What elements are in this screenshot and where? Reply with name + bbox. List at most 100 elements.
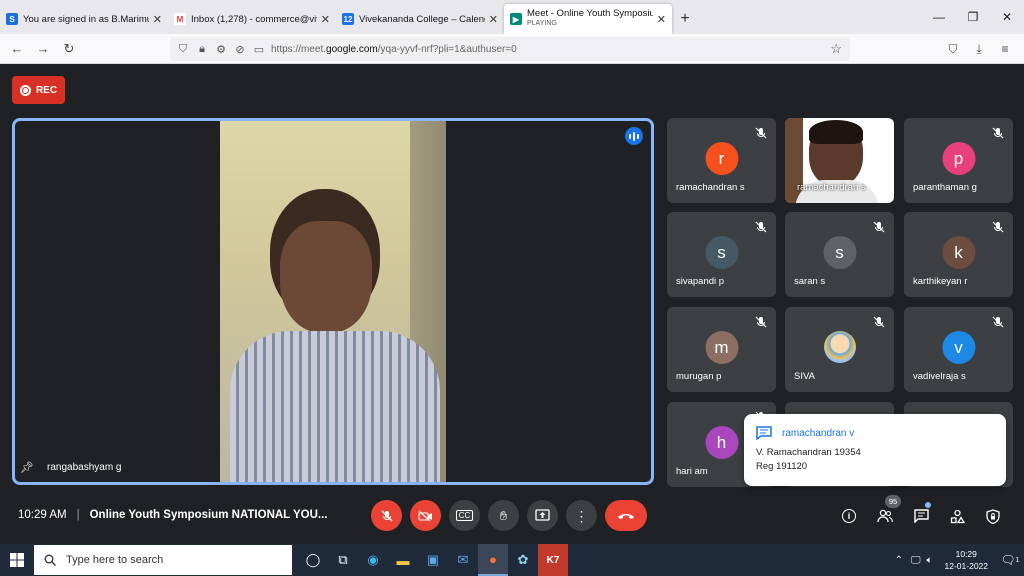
participant-tile[interactable]: r ramachandran s — [667, 118, 776, 203]
participant-tile[interactable]: v vadivelraja s — [904, 307, 1013, 392]
back-icon[interactable]: ← — [4, 36, 30, 62]
start-button[interactable] — [0, 544, 34, 576]
speaker-face — [280, 221, 372, 333]
camera-toggle-button[interactable] — [410, 500, 441, 531]
more-vert-icon: ⋮ — [574, 507, 589, 524]
close-icon[interactable]: ✕ — [321, 13, 330, 26]
participant-profile-image — [823, 331, 856, 363]
url-suffix: /yqa-yyvf-nrf?pli=1&authuser=0 — [377, 43, 517, 55]
minimize-icon[interactable]: — — [922, 0, 956, 34]
speaking-indicator-icon — [625, 127, 643, 145]
tab-calendar[interactable]: 12 Vivekananda College – Calenda ✕ — [336, 4, 504, 34]
volume-icon[interactable]: 🔈︎ — [927, 555, 933, 566]
host-controls-button[interactable] — [981, 504, 1005, 528]
activities-icon — [950, 509, 965, 523]
mic-off-icon — [755, 221, 767, 233]
participant-name: murugan p — [676, 371, 722, 382]
avatar: s — [705, 236, 738, 269]
tab-meet[interactable]: ▶ Meet - Online Youth Symposium PLAYING ✕ — [504, 4, 672, 34]
pin-icon[interactable]: 📌︎ — [20, 460, 34, 474]
avatar: h — [705, 426, 738, 459]
app-icon[interactable]: ✿ — [508, 544, 538, 576]
meeting-details-button[interactable]: i — [837, 504, 861, 528]
participant-tile[interactable]: SIVA — [785, 307, 894, 392]
chevron-up-icon[interactable]: ⌃ — [894, 555, 902, 566]
meeting-info: 10:29 AM | Online Youth Symposium NATION… — [18, 509, 328, 521]
participant-tile-video[interactable]: ramachandran s — [785, 118, 894, 203]
url-domain: google.com — [326, 43, 378, 55]
captions-button[interactable]: CC — [449, 500, 480, 531]
participant-name: hari am — [676, 466, 708, 477]
captions-icon: CC — [455, 510, 474, 521]
speaker-shirt — [230, 331, 440, 482]
taskbar-search[interactable]: Type here to search — [34, 545, 292, 575]
main-speaker-tile[interactable]: 📌︎ rangabashyam g — [12, 118, 654, 485]
shield-icon[interactable]: ⛉ — [176, 43, 190, 56]
tab-signed-in[interactable]: S You are signed in as B.Marimuth ✕ — [0, 4, 168, 34]
participant-name: ramachandran s — [797, 182, 866, 193]
shield-lock-icon — [986, 508, 1000, 524]
unread-dot — [925, 502, 931, 508]
forward-icon[interactable]: → — [30, 36, 56, 62]
reload-icon[interactable]: ↻ — [56, 36, 82, 62]
camera-blocked-icon[interactable]: ⊘ — [233, 43, 247, 56]
close-icon[interactable]: ✕ — [153, 13, 162, 26]
permissions-icon[interactable]: ⚙ — [214, 43, 228, 56]
bookmark-star-icon[interactable]: ☆ — [830, 41, 842, 57]
avatar: s — [823, 236, 856, 269]
chat-icon — [913, 509, 929, 523]
people-count-badge: 95 — [885, 495, 901, 508]
notification-count: 1 — [1015, 556, 1020, 564]
url-text[interactable]: https://meet.google.com/yqa-yyvf-nrf?pli… — [271, 44, 517, 55]
participant-name: SIVA — [794, 371, 815, 382]
more-options-button[interactable]: ⋮ — [566, 500, 597, 531]
new-tab-button[interactable]: + — [672, 4, 698, 34]
close-icon[interactable]: ✕ — [657, 13, 666, 26]
chat-notification[interactable]: ramachandran v V. Ramachandran 19354 Reg… — [744, 414, 1006, 486]
participant-tile[interactable]: m murugan p — [667, 307, 776, 392]
mic-off-icon — [992, 127, 1004, 139]
mail-icon[interactable]: ✉ — [448, 544, 478, 576]
download-icon[interactable]: ⤓ — [966, 36, 992, 62]
leave-call-button[interactable] — [605, 500, 647, 531]
k7-antivirus-icon[interactable]: K7 — [538, 544, 568, 576]
store-icon[interactable]: ▣ — [418, 544, 448, 576]
cortana-icon[interactable]: ◯ — [298, 544, 328, 576]
system-tray: ⌃ 🖵︎ 🔈︎ 10:29 12-01-2022 🗨︎ 1 — [894, 544, 1024, 576]
file-explorer-icon[interactable]: ▬ — [388, 544, 418, 576]
clock[interactable]: 10:29 12-01-2022 — [945, 548, 988, 572]
mic-off-icon — [873, 221, 885, 233]
network-icon[interactable]: 🖵︎ — [911, 555, 921, 566]
raise-hand-button[interactable]: ✋︎ — [488, 500, 519, 531]
task-view-icon[interactable]: ⧉ — [328, 544, 358, 576]
present-screen-button[interactable] — [527, 500, 558, 531]
participant-tile[interactable]: p paranthaman g — [904, 118, 1013, 203]
chat-sender: ramachandran v — [756, 426, 994, 440]
menu-icon[interactable]: ≡ — [992, 36, 1018, 62]
notification-center-icon[interactable]: 🗨︎ 1 — [996, 553, 1024, 567]
pocket-icon[interactable]: ⛉ — [940, 36, 966, 62]
tab-inbox[interactable]: M Inbox (1,278) - commerce@vive ✕ — [168, 4, 336, 34]
activities-button[interactable] — [945, 504, 969, 528]
meeting-controls: 10:29 AM | Online Youth Symposium NATION… — [0, 494, 1024, 538]
participant-tile[interactable]: k karthikeyan r — [904, 212, 1013, 297]
speaker-video — [220, 121, 446, 482]
window-controls: — ❐ ✕ — [922, 0, 1024, 34]
search-placeholder: Type here to search — [66, 554, 164, 566]
avatar: k — [942, 236, 975, 269]
tab-title: Meet - Online Youth Symposium PLAYING — [527, 9, 653, 29]
firefox-icon[interactable]: ● — [478, 544, 508, 576]
mic-toggle-button[interactable] — [371, 500, 402, 531]
restore-icon[interactable]: ❐ — [956, 0, 990, 34]
close-window-icon[interactable]: ✕ — [990, 0, 1024, 34]
participant-tile[interactable]: s sivapandi p — [667, 212, 776, 297]
camera-off-icon — [418, 510, 432, 521]
screen-share-icon[interactable]: ▭ — [252, 43, 266, 56]
participant-tile[interactable]: s saran s — [785, 212, 894, 297]
address-bar[interactable]: ⛉ 🔒︎ ⚙ ⊘ ▭ https://meet.google.com/yqa-y… — [170, 37, 850, 61]
info-icon: i — [842, 509, 856, 523]
edge-icon[interactable]: ◉ — [358, 544, 388, 576]
close-icon[interactable]: ✕ — [489, 13, 498, 26]
lock-icon[interactable]: 🔒︎ — [195, 43, 209, 56]
chat-sender-name: ramachandran v — [782, 427, 855, 439]
